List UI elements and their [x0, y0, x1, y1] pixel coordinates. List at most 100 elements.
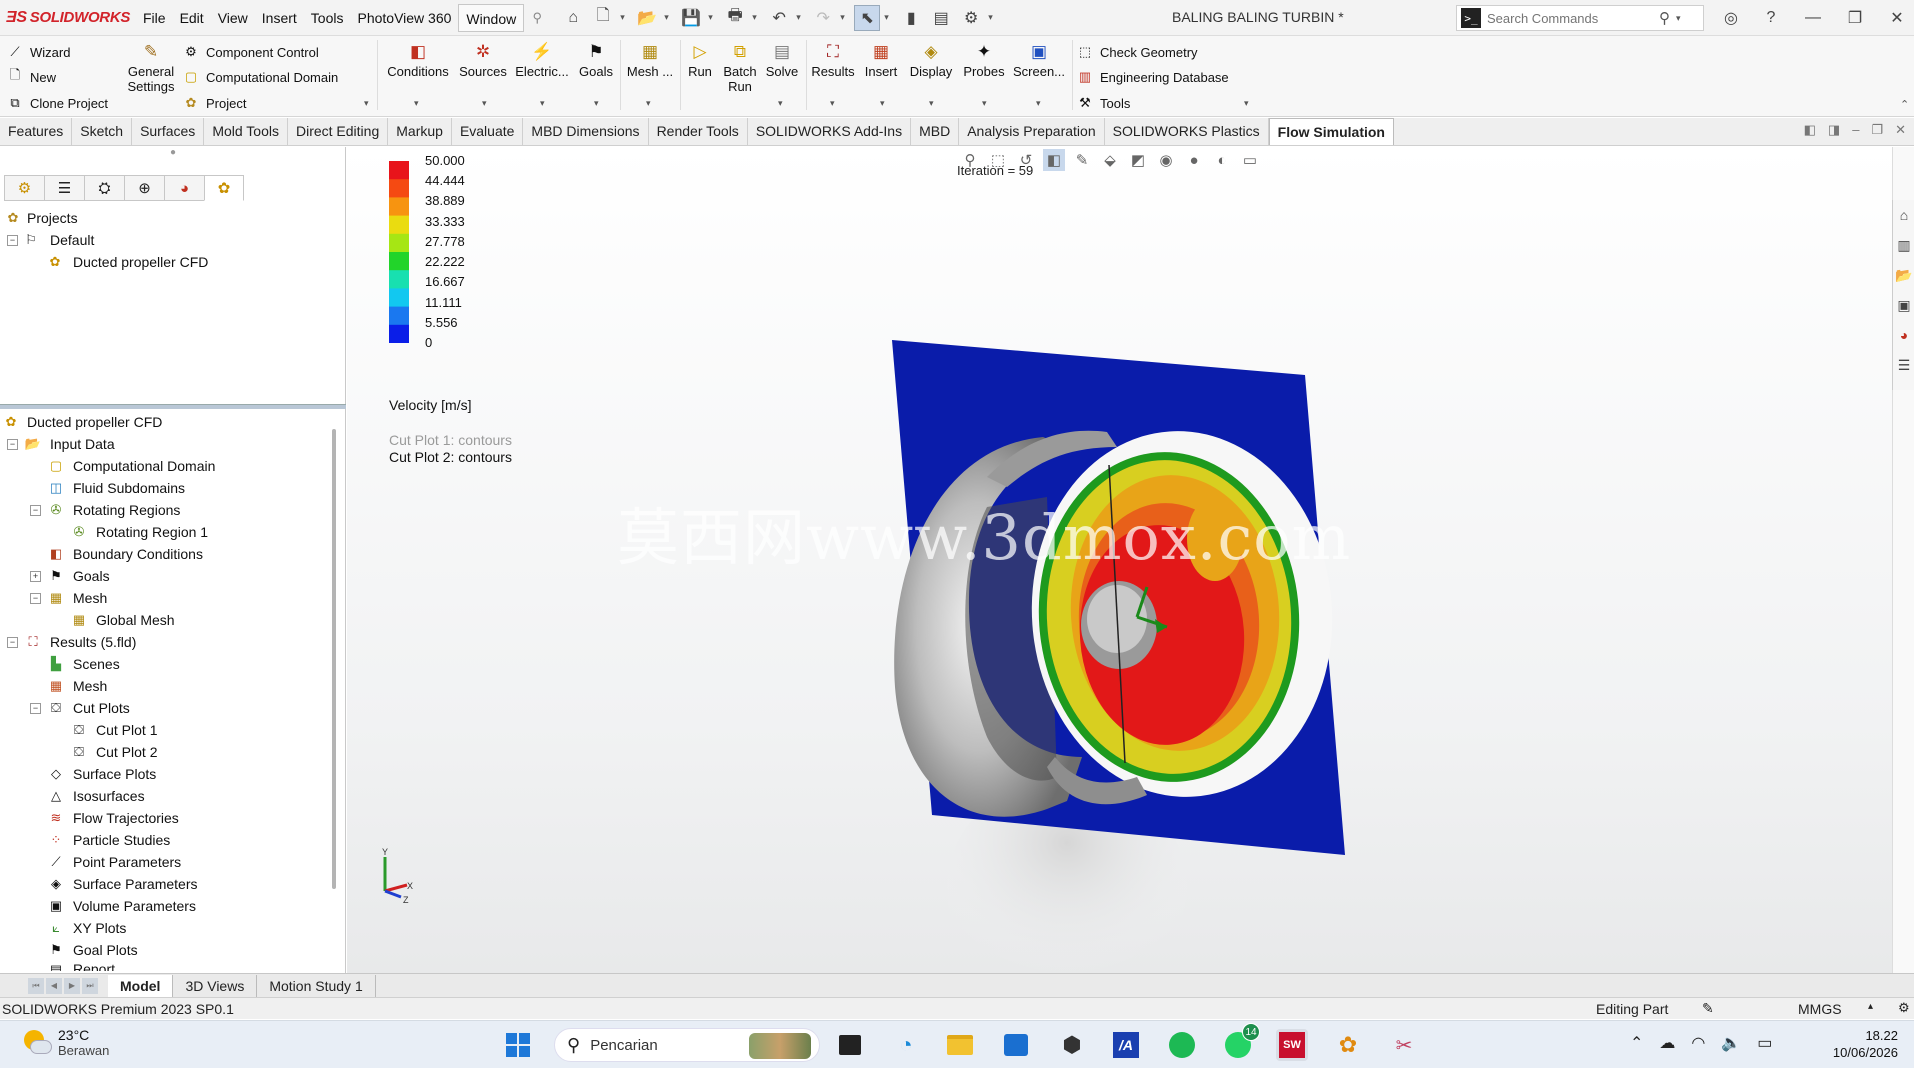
- chevron-up-icon[interactable]: ⌃: [1630, 1033, 1643, 1053]
- chevron-down-icon[interactable]: ▾: [1676, 13, 1686, 24]
- tree-item-goals[interactable]: + ⚑ Goals: [0, 565, 330, 587]
- electric-button[interactable]: ⚡ Electric...: [514, 40, 570, 80]
- project-menu-button[interactable]: ✿ Project: [182, 92, 247, 114]
- tab-surfaces[interactable]: Surfaces: [132, 118, 205, 145]
- next-tab-icon[interactable]: ▶: [64, 977, 80, 994]
- tab-features[interactable]: Features: [0, 118, 73, 145]
- tree-item-surface-parameters[interactable]: ◈ Surface Parameters: [0, 873, 330, 895]
- edge-browser-icon[interactable]: ◔: [890, 1029, 922, 1061]
- tree-scrollbar[interactable]: [332, 429, 336, 889]
- chevron-down-icon[interactable]: ▾: [620, 12, 630, 23]
- chevron-down-icon[interactable]: ▾: [414, 98, 419, 109]
- component-control-button[interactable]: ⚙ Component Control: [182, 41, 319, 63]
- spotify-icon[interactable]: [1166, 1029, 1198, 1061]
- whatsapp-icon[interactable]: 14: [1222, 1023, 1260, 1061]
- check-geometry-button[interactable]: ⬚ Check Geometry: [1076, 41, 1198, 63]
- close-icon[interactable]: ✕: [1884, 6, 1910, 30]
- tree-item-goal-plots[interactable]: ⚑ Goal Plots: [0, 939, 330, 961]
- collapse-icon[interactable]: −: [7, 438, 18, 450]
- 3d-app-icon[interactable]: ⬢: [1056, 1029, 1088, 1061]
- insert-button[interactable]: ▦ Insert: [860, 40, 902, 80]
- chevron-down-icon[interactable]: ▾: [664, 12, 674, 23]
- redo-icon[interactable]: ↷: [810, 5, 836, 31]
- menu-view[interactable]: View: [211, 4, 255, 32]
- tree-item-computational-domain[interactable]: ▢ Computational Domain: [0, 455, 330, 477]
- taskbar-search[interactable]: ⚲ Pencarian: [554, 1028, 820, 1062]
- tile-left-icon[interactable]: ◧: [1804, 122, 1816, 138]
- panel-splitter[interactable]: [0, 404, 346, 409]
- collapse-icon[interactable]: −: [30, 702, 41, 714]
- mesh-button[interactable]: ▦ Mesh ...: [624, 40, 676, 80]
- tree-item-rotating-region-1[interactable]: ✇ Rotating Region 1: [0, 521, 330, 543]
- weather-widget[interactable]: 23°C Berawan: [22, 1027, 109, 1058]
- tree-item-particle-studies[interactable]: ⁘ Particle Studies: [0, 829, 330, 851]
- tree-item-input-data[interactable]: − 📂 Input Data: [0, 433, 330, 455]
- custom-properties-icon[interactable]: ☰: [1893, 350, 1914, 380]
- search-input[interactable]: [1487, 10, 1657, 26]
- menu-tools[interactable]: Tools: [304, 4, 351, 32]
- tab-direct-editing[interactable]: Direct Editing: [288, 118, 389, 145]
- tab-motion-study-1[interactable]: Motion Study 1: [257, 974, 376, 997]
- tree-item-fluid-subdomains[interactable]: ◫ Fluid Subdomains: [0, 477, 330, 499]
- print-icon[interactable]: 🖶: [722, 5, 748, 31]
- snipping-tool-icon[interactable]: ✂: [1388, 1029, 1420, 1061]
- general-settings-button[interactable]: ✎ General Settings: [126, 40, 176, 95]
- task-view-icon[interactable]: [834, 1029, 866, 1061]
- tree-item-cut-plot-1[interactable]: ⛋ Cut Plot 1: [0, 719, 330, 741]
- collapse-icon[interactable]: −: [30, 592, 41, 604]
- tab-solidworks-plastics[interactable]: SOLIDWORKS Plastics: [1105, 118, 1269, 145]
- chevron-down-icon[interactable]: ▾: [988, 12, 998, 23]
- chevron-down-icon[interactable]: ▾: [880, 98, 885, 109]
- tab-render-tools[interactable]: Render Tools: [649, 118, 748, 145]
- new-document-icon[interactable]: 🗋: [590, 5, 616, 31]
- first-tab-icon[interactable]: ⏮: [28, 977, 44, 994]
- search-commands[interactable]: >_ ⚲ ▾: [1456, 5, 1704, 31]
- tree-item-volume-parameters[interactable]: ▣ Volume Parameters: [0, 895, 330, 917]
- tree-item-projects[interactable]: ✿ Projects: [0, 207, 340, 229]
- tab-evaluate[interactable]: Evaluate: [452, 118, 524, 145]
- wizard-button[interactable]: ⟋ Wizard: [6, 41, 70, 63]
- tab-mold-tools[interactable]: Mold Tools: [204, 118, 288, 145]
- feature-manager-tab-icon[interactable]: ⚙: [4, 175, 44, 201]
- tree-item-isosurfaces[interactable]: △ Isosurfaces: [0, 785, 330, 807]
- chevron-down-icon[interactable]: ▾: [840, 12, 850, 23]
- windows-start-icon[interactable]: [502, 1029, 534, 1061]
- chevron-down-icon[interactable]: ▾: [982, 98, 987, 109]
- expand-icon[interactable]: +: [30, 570, 41, 582]
- tab-mbd[interactable]: MBD: [911, 118, 960, 145]
- graphics-area[interactable]: ⚲ ⬚ ↺ ◧ ✎ ⬙ ◩ ◉ ● ◐ ▭ Iteration = 59 50.…: [347, 147, 1892, 973]
- tab-3d-views[interactable]: 3D Views: [173, 974, 258, 997]
- tree-item-default[interactable]: − ⚐ Default: [0, 229, 340, 251]
- configuration-manager-tab-icon[interactable]: ⛭: [84, 175, 124, 201]
- tab-analysis-preparation[interactable]: Analysis Preparation: [959, 118, 1105, 145]
- tab-mbd-dimensions[interactable]: MBD Dimensions: [523, 118, 649, 145]
- traffic-light-icon[interactable]: ▮: [898, 5, 924, 31]
- tree-item-boundary-conditions[interactable]: ◧ Boundary Conditions: [0, 543, 330, 565]
- tools-menu-button[interactable]: ⚒ Tools: [1076, 92, 1130, 114]
- chevron-down-icon[interactable]: ▾: [929, 98, 934, 109]
- display-manager-tab-icon[interactable]: ◕: [164, 175, 204, 201]
- tree-item-mesh[interactable]: − ▦ Mesh: [0, 587, 330, 609]
- clone-project-button[interactable]: ⧉ Clone Project: [6, 92, 108, 114]
- menu-insert[interactable]: Insert: [255, 4, 304, 32]
- tree-item-rotating-regions[interactable]: − ✇ Rotating Regions: [0, 499, 330, 521]
- doc-restore-icon[interactable]: ❐: [1871, 122, 1883, 138]
- options-gear-icon[interactable]: ⚙: [958, 5, 984, 31]
- chevron-down-icon[interactable]: ▾: [482, 98, 487, 109]
- computational-domain-button[interactable]: ▢ Computational Domain: [182, 66, 338, 88]
- solve-button[interactable]: ▤ Solve: [762, 40, 802, 80]
- chevron-down-icon[interactable]: ▾: [540, 98, 545, 109]
- screen-button[interactable]: ▣ Screen...: [1010, 40, 1068, 80]
- chevron-up-icon[interactable]: ▴: [1868, 1001, 1873, 1012]
- status-options-icon[interactable]: ⚙: [1898, 1000, 1910, 1016]
- view-palette-icon[interactable]: ▣: [1893, 290, 1914, 320]
- rebuild-icon[interactable]: ✎: [1702, 1000, 1714, 1017]
- minimize-icon[interactable]: —: [1800, 6, 1826, 30]
- tree-item-global-mesh[interactable]: ▦ Global Mesh: [0, 609, 330, 631]
- restore-icon[interactable]: ❐: [1842, 6, 1868, 30]
- design-library-icon[interactable]: ▥: [1893, 230, 1914, 260]
- chevron-down-icon[interactable]: ▾: [708, 12, 718, 23]
- tree-item-ducted-propeller-root[interactable]: ✿ Ducted propeller CFD: [0, 411, 330, 433]
- flow-simulation-taskbar-icon[interactable]: ✿: [1332, 1029, 1364, 1061]
- menu-file[interactable]: File: [136, 4, 173, 32]
